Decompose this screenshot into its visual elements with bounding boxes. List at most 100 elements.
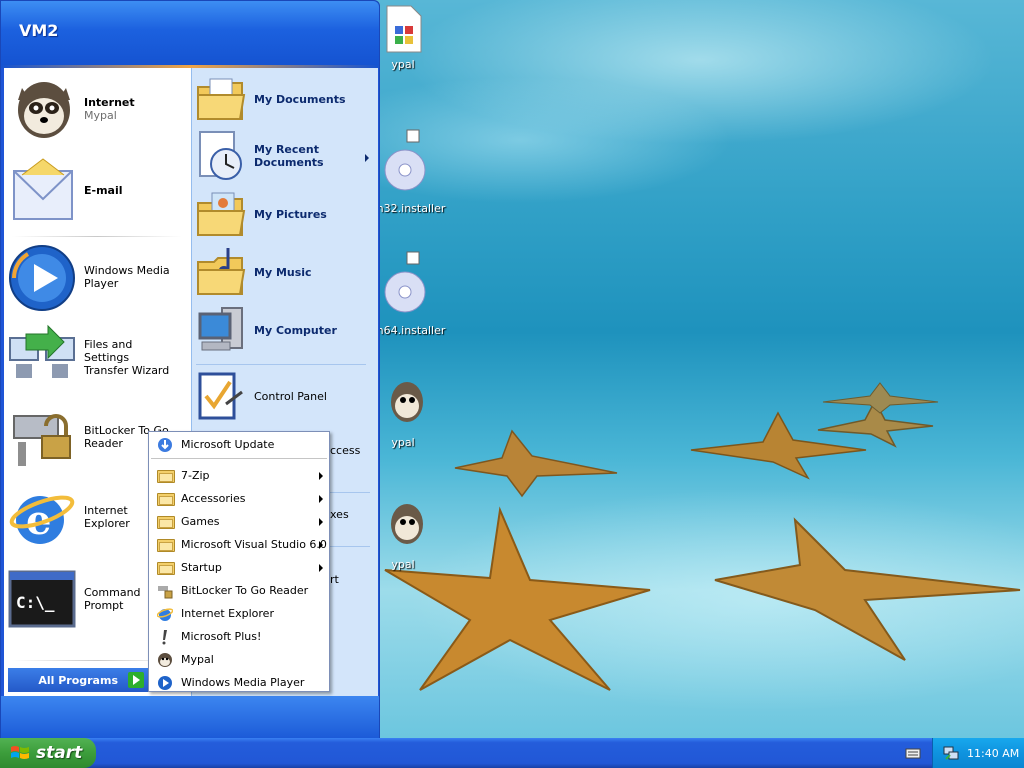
windows-media-player-icon [9, 245, 75, 311]
svg-text:C:\_: C:\_ [16, 593, 55, 612]
cd-installer-icon [384, 251, 426, 313]
my-recent-documents[interactable]: My Recent Documents [196, 131, 376, 180]
folder-icon [157, 491, 175, 507]
chevron-right-icon [319, 541, 323, 549]
recent-files-settings-transfer[interactable]: Files and Settings Transfer Wizard [8, 322, 188, 392]
taskbar: start 11:40 AM [0, 738, 1024, 768]
folder-icon [157, 537, 175, 553]
program-mypal[interactable]: Mypal [149, 648, 329, 671]
starfish-2 [714, 517, 1021, 661]
all-programs-label: All Programs [38, 673, 118, 687]
control-panel-label: Control Panel [254, 389, 327, 403]
chevron-right-icon [319, 495, 323, 503]
green-arrow-icon [128, 672, 144, 688]
right-pane-separator [330, 492, 370, 493]
folder-icon [157, 514, 175, 530]
my-pictures-folder-icon [197, 192, 246, 236]
recent-windows-media-player[interactable]: Windows Media Player [8, 242, 188, 312]
chevron-right-icon [319, 472, 323, 480]
chevron-right-icon [319, 518, 323, 526]
plus-icon [162, 629, 167, 644]
program-microsoft-plus[interactable]: Microsoft Plus! [149, 625, 329, 648]
control-panel-icon [198, 372, 243, 420]
recent-item-label: Windows Media Player [84, 264, 170, 290]
pinned-internet-subtitle: Mypal [84, 109, 117, 122]
program-label: Games [181, 515, 220, 528]
my-pictures-label: My Pictures [254, 207, 327, 221]
wmp-icon [158, 675, 172, 690]
windows-flag-icon [11, 746, 29, 759]
program-internet-explorer[interactable]: Internet Explorer [149, 602, 329, 625]
my-documents-folder-icon [197, 78, 246, 120]
program-label: Microsoft Visual Studio 6.0 [181, 538, 327, 551]
desktop-icon-label: ypal [391, 436, 415, 449]
mypal-icon [158, 652, 172, 667]
command-prompt-icon: C:\_ [8, 570, 76, 628]
raccoon-icon [391, 382, 423, 422]
starfish-6 [822, 382, 939, 414]
bitlocker-icon [13, 414, 71, 466]
raccoon-icon [391, 504, 423, 544]
right-pane-separator [330, 546, 370, 547]
my-recent-documents-label: My Recent Documents [254, 143, 324, 169]
program-label: BitLocker To Go Reader [181, 584, 309, 597]
program-label: Internet Explorer [181, 607, 274, 620]
pinned-email[interactable]: E-mail [8, 155, 188, 225]
program-7zip[interactable]: 7-Zip [149, 464, 329, 487]
desktop-icon-label: ypal [391, 58, 415, 71]
clock[interactable]: 11:40 AM [967, 747, 1019, 760]
recent-item-label: Files and Settings Transfer Wizard [84, 337, 170, 377]
transfer-wizard-icon [9, 324, 75, 378]
program-label: 7-Zip [181, 469, 210, 482]
right-pane-separator [196, 364, 366, 365]
partial-right-item-text: rt [330, 573, 339, 586]
program-label: Windows Media Player [181, 676, 305, 689]
program-windows-media-player[interactable]: Windows Media Player [149, 671, 329, 694]
all-programs-button[interactable]: All Programs [8, 668, 148, 692]
program-microsoft-update[interactable]: Microsoft Update [149, 433, 329, 456]
cd-installer-icon [384, 129, 426, 191]
programs-separator [151, 458, 327, 459]
recent-documents-clock-icon [199, 131, 242, 180]
partial-right-item-text: ccess [330, 444, 361, 457]
pinned-email-title: E-mail [84, 183, 123, 197]
network-tray-icon[interactable] [943, 745, 959, 761]
update-icon [158, 437, 172, 452]
desktop-icon-label: ypal [391, 558, 415, 571]
program-accessories[interactable]: Accessories [149, 487, 329, 510]
program-bitlocker[interactable]: BitLocker To Go Reader [149, 579, 329, 602]
pinned-internet[interactable]: Internet Mypal [8, 74, 188, 144]
start-menu-footer [1, 696, 379, 738]
start-button[interactable]: start [0, 738, 96, 768]
start-menu-header: VM2 [1, 1, 379, 65]
my-music[interactable]: My Music [196, 248, 376, 296]
program-visual-studio[interactable]: Microsoft Visual Studio 6.0 [149, 533, 329, 556]
pinned-internet-title: Internet [84, 96, 135, 109]
my-documents-label: My Documents [254, 92, 346, 106]
control-panel[interactable]: Control Panel [196, 372, 376, 420]
all-programs-menu: Microsoft Update 7-Zip Accessories Games… [148, 431, 330, 692]
my-music-folder-icon [197, 248, 246, 295]
my-pictures[interactable]: My Pictures [196, 190, 376, 238]
left-pane-separator [12, 236, 182, 237]
my-computer-icon [198, 307, 243, 351]
my-computer-label: My Computer [254, 323, 337, 337]
chevron-right-icon [365, 154, 369, 162]
program-label: Microsoft Update [181, 438, 275, 451]
starfish-3 [454, 429, 618, 498]
email-envelope-icon [13, 158, 73, 220]
program-games[interactable]: Games [149, 510, 329, 533]
program-startup[interactable]: Startup [149, 556, 329, 579]
mypal-raccoon-icon [18, 82, 70, 138]
my-documents[interactable]: My Documents [196, 75, 376, 123]
document-icon [386, 5, 422, 53]
program-label: Startup [181, 561, 222, 574]
folder-icon [157, 560, 175, 576]
program-label: Microsoft Plus! [181, 630, 262, 643]
program-label: Mypal [181, 653, 214, 666]
folder-icon [157, 468, 175, 484]
my-computer[interactable]: My Computer [196, 306, 376, 354]
start-label: start [36, 743, 83, 763]
keyboard-tray-icon[interactable] [905, 746, 921, 760]
ie-icon [157, 607, 173, 621]
